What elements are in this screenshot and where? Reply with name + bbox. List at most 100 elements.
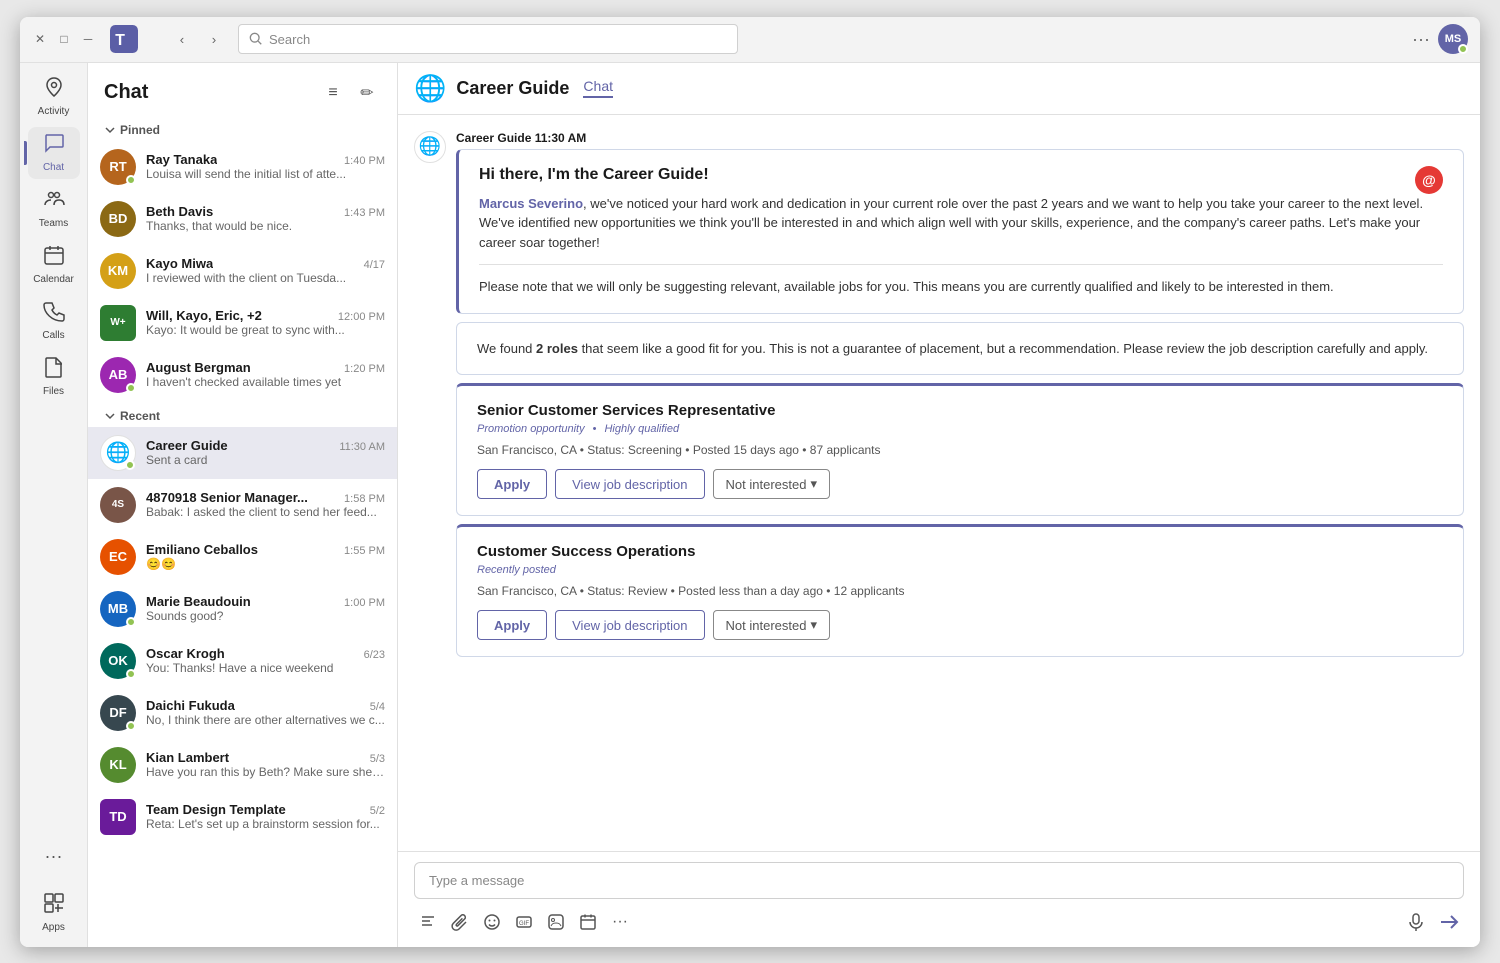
gif-btn[interactable]: GIF xyxy=(510,908,538,936)
apps-icon xyxy=(43,892,65,920)
card-body-text: , we've noticed your hard work and dedic… xyxy=(479,196,1423,250)
chat-time: 6/23 xyxy=(364,649,385,661)
chat-preview: Have you ran this by Beth? Make sure she… xyxy=(146,765,385,779)
apply-btn-1[interactable]: Apply xyxy=(477,469,547,499)
message-avatar: 🌐 xyxy=(414,131,446,163)
sidebar-item-calendar[interactable]: Calendar xyxy=(28,239,80,291)
chat-item-team[interactable]: TD Team Design Template 5/2 Reta: Let's … xyxy=(88,791,397,843)
send-btn[interactable] xyxy=(1434,907,1464,937)
avatar-kian: KL xyxy=(100,747,136,783)
minimize-btn[interactable]: ─ xyxy=(80,31,96,47)
chat-input-area: Type a message GIF xyxy=(398,851,1480,947)
chat-item-career[interactable]: 🌐 Career Guide 11:30 AM Sent a card xyxy=(88,427,397,479)
more-options-btn[interactable]: ··· xyxy=(1412,29,1430,50)
search-placeholder: Search xyxy=(269,32,310,47)
status-dot xyxy=(125,460,135,470)
chat-item-ok[interactable]: OK Oscar Krogh 6/23 You: Thanks! Have a … xyxy=(88,635,397,687)
chat-info-ok: Oscar Krogh 6/23 You: Thanks! Have a nic… xyxy=(146,646,385,675)
sticker-btn[interactable] xyxy=(542,908,570,936)
chat-preview: 😊😊 xyxy=(146,557,385,571)
nav-more-btn[interactable]: ··· xyxy=(28,831,80,883)
chat-item-4870[interactable]: 4S 4870918 Senior Manager... 1:58 PM Bab… xyxy=(88,479,397,531)
recent-section-label[interactable]: Recent xyxy=(88,401,397,427)
calendar-label: Calendar xyxy=(33,274,74,285)
chat-preview: You: Thanks! Have a nice weekend xyxy=(146,661,385,675)
chat-name: August Bergman xyxy=(146,360,251,375)
chat-name: Kayo Miwa xyxy=(146,256,213,271)
nav-sidebar: Activity Chat Teams Calendar xyxy=(20,63,88,947)
teams-icon xyxy=(43,188,65,216)
sidebar-item-apps[interactable]: Apps xyxy=(28,887,80,939)
chat-info-aug: August Bergman 1:20 PM I haven't checked… xyxy=(146,360,385,389)
pinned-section-label[interactable]: Pinned xyxy=(88,115,397,141)
job-actions-1: Apply View job description Not intereste… xyxy=(477,469,1443,499)
chat-sidebar-header: Chat ≡ ✏ xyxy=(88,63,397,115)
sidebar-item-activity[interactable]: Activity xyxy=(28,71,80,123)
apply-btn-2[interactable]: Apply xyxy=(477,610,547,640)
sidebar-item-calls[interactable]: Calls xyxy=(28,295,80,347)
chat-list: Pinned RT Ray Tanaka 1:40 PM Louisa will… xyxy=(88,115,397,947)
avatar-career: 🌐 xyxy=(100,435,136,471)
message-input[interactable]: Type a message xyxy=(414,862,1464,899)
card-note: Please note that we will only be suggest… xyxy=(479,277,1443,297)
roles-post: that seem like a good fit for you. This … xyxy=(578,341,1428,356)
chat-tab[interactable]: Chat xyxy=(583,78,613,98)
status-dot xyxy=(126,617,136,627)
chat-info-ec: Emiliano Ceballos 1:55 PM 😊😊 xyxy=(146,542,385,571)
chat-sidebar-title: Chat xyxy=(104,81,148,104)
chat-main: 🌐 Career Guide Chat 🌐 Career Guide 11:30… xyxy=(398,63,1480,947)
search-bar[interactable]: Search xyxy=(238,24,738,54)
roles-text: We found 2 roles that seem like a good f… xyxy=(477,339,1443,359)
avatar-4870: 4S xyxy=(100,487,136,523)
chat-preview: I reviewed with the client on Tuesda... xyxy=(146,271,385,285)
chat-info-df: Daichi Fukuda 5/4 No, I think there are … xyxy=(146,698,385,727)
job-title-1: Senior Customer Services Representative xyxy=(477,402,1443,419)
view-job-btn-1[interactable]: View job description xyxy=(555,469,704,499)
forward-btn[interactable]: › xyxy=(200,25,228,53)
more-options-toolbar-btn[interactable]: ··· xyxy=(606,908,634,936)
chat-preview: Sounds good? xyxy=(146,609,385,623)
input-placeholder: Type a message xyxy=(429,873,524,888)
close-btn[interactable]: ✕ xyxy=(32,31,48,47)
attach-btn[interactable] xyxy=(446,908,474,936)
not-interested-btn-2[interactable]: Not interested ▾ xyxy=(713,610,830,640)
chat-item-mb[interactable]: MB Marie Beaudouin 1:00 PM Sounds good? xyxy=(88,583,397,635)
sidebar-item-teams[interactable]: Teams xyxy=(28,183,80,235)
emoji-btn[interactable] xyxy=(478,908,506,936)
svg-text:T: T xyxy=(115,32,125,49)
avatar-ec: EC xyxy=(100,539,136,575)
maximize-btn[interactable]: □ xyxy=(56,31,72,47)
chat-preview: Thanks, that would be nice. xyxy=(146,219,385,233)
activity-icon xyxy=(43,76,65,104)
chat-icon xyxy=(43,132,65,160)
chat-item-df[interactable]: DF Daichi Fukuda 5/4 No, I think there a… xyxy=(88,687,397,739)
chevron-down-icon: ▾ xyxy=(810,476,817,492)
new-chat-btn[interactable]: ✏ xyxy=(353,79,381,107)
chat-info-ray: Ray Tanaka 1:40 PM Louisa will send the … xyxy=(146,152,385,181)
chat-time: 4/17 xyxy=(364,259,385,271)
sidebar-item-files[interactable]: Files xyxy=(28,351,80,403)
dictate-btn[interactable] xyxy=(1402,908,1430,936)
schedule-btn[interactable] xyxy=(574,908,602,936)
chat-item-kayo[interactable]: KM Kayo Miwa 4/17 I reviewed with the cl… xyxy=(88,245,397,297)
roles-found-card: We found 2 roles that seem like a good f… xyxy=(456,322,1464,376)
sidebar-item-chat[interactable]: Chat xyxy=(28,127,80,179)
chat-item-beth[interactable]: BD Beth Davis 1:43 PM Thanks, that would… xyxy=(88,193,397,245)
avatar-will: W+ xyxy=(100,305,136,341)
chat-item-aug[interactable]: AB August Bergman 1:20 PM I haven't chec… xyxy=(88,349,397,401)
view-job-btn-2[interactable]: View job description xyxy=(555,610,704,640)
not-interested-btn-1[interactable]: Not interested ▾ xyxy=(713,469,830,499)
user-highlight: Marcus Severino xyxy=(479,196,583,211)
chat-name: Beth Davis xyxy=(146,204,213,219)
chat-item-kian[interactable]: KL Kian Lambert 5/3 Have you ran this by… xyxy=(88,739,397,791)
active-indicator xyxy=(24,141,27,165)
chat-time: 1:58 PM xyxy=(344,493,385,505)
chat-item-ray[interactable]: RT Ray Tanaka 1:40 PM Louisa will send t… xyxy=(88,141,397,193)
back-btn[interactable]: ‹ xyxy=(168,25,196,53)
user-avatar[interactable]: MS xyxy=(1438,24,1468,54)
svg-text:GIF: GIF xyxy=(519,921,529,927)
chat-item-will[interactable]: W+ Will, Kayo, Eric, +2 12:00 PM Kayo: I… xyxy=(88,297,397,349)
chat-item-ec[interactable]: EC Emiliano Ceballos 1:55 PM 😊😊 xyxy=(88,531,397,583)
filter-btn[interactable]: ≡ xyxy=(319,79,347,107)
format-btn[interactable] xyxy=(414,908,442,936)
